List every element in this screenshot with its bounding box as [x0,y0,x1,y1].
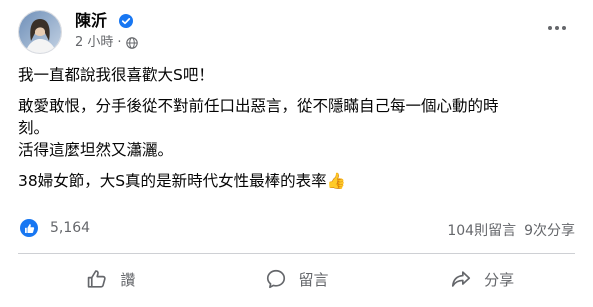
comment-count[interactable]: 104則留言 [447,220,516,240]
comment-icon [266,269,285,289]
comment-button-label: 留言 [298,270,329,289]
meta-separator: · [117,35,122,50]
post-line: 38婦女節，大S真的是新時代女性最棒的表率 [18,172,327,190]
share-button[interactable]: 分享 [389,258,575,300]
post-meta: 2 小時 · [75,35,138,51]
verified-badge-icon [119,14,133,28]
share-button-label: 分享 [484,270,515,289]
thumbs-up-icon [88,270,107,288]
post-timestamp[interactable]: 2 小時 [75,35,113,51]
more-dots-icon [548,26,566,30]
post-line: 活得這麼坦然又瀟灑。 [18,141,174,159]
more-options-button[interactable] [543,16,571,40]
like-count[interactable]: 5,164 [50,220,90,236]
divider [18,253,575,254]
like-reaction-icon[interactable] [20,219,38,237]
post-body: 我一直都說我很喜歡大S吧！ 敢愛敢恨，分手後從不對前任口出惡言，從不隱瞞自己每一… [18,64,575,192]
like-button-label: 讚 [120,270,136,289]
post-line: 刻。 [18,119,50,137]
facebook-post: 陳沂 2 小時 · 我一直都說我很喜歡大S吧！ 敢愛敢恨，分手後從不對前任口出惡… [0,0,593,307]
share-count[interactable]: 9次分享 [524,220,575,240]
post-line: 我一直都說我很喜歡大S吧！ [18,66,214,84]
action-bar: 讚 留言 分享 [18,258,575,300]
post-line: 敢愛敢恨，分手後從不對前任口出惡言，從不隱瞞自己每一個心動的時 [18,97,499,115]
globe-icon[interactable] [125,37,138,49]
like-button[interactable]: 讚 [18,258,204,300]
post-stats: 5,164 104則留言 9次分享 [18,216,575,242]
post-line-with-emoji: 38婦女節，大S真的是新時代女性最棒的表率👍 [18,170,575,192]
comment-button[interactable]: 留言 [204,258,390,300]
thumbs-up-emoji-icon: 👍 [326,172,346,190]
author-avatar[interactable] [18,10,62,54]
author-name[interactable]: 陳沂 [75,11,107,31]
share-arrow-icon [452,271,471,287]
post-header: 陳沂 2 小時 · [18,10,575,58]
engagement-summary: 104則留言 9次分享 [447,220,575,240]
